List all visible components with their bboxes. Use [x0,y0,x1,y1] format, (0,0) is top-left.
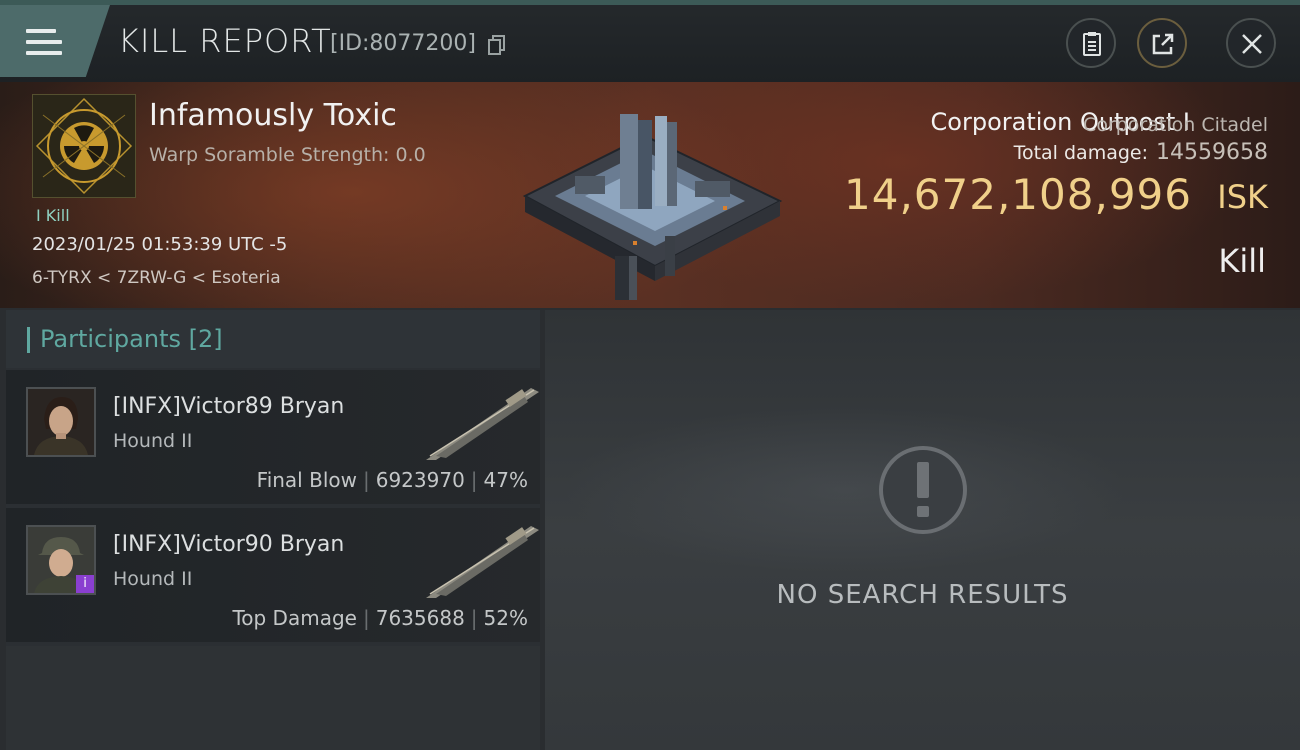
share-icon [1152,33,1174,55]
avatar[interactable]: i [26,525,96,595]
participant-role: Final Blow [256,468,357,492]
menu-icon [26,29,62,55]
section-accent-bar [27,327,30,353]
warp-scramble-strength: Warp Soramble Strength: 0.0 [149,144,426,166]
isk-unit: ISK [1217,178,1268,216]
participant-ship: Hound II [113,430,193,452]
participant-percent: 47% [483,468,528,492]
header-accent-line [0,0,1300,5]
participant-row[interactable]: [INFX]Victor89 Bryan Hound II Final Blow… [6,370,540,504]
info-badge-icon[interactable]: i [76,575,94,593]
participant-percent: 52% [483,606,528,630]
isk-value: 14,672,108,996 [844,170,1192,219]
total-damage-value: 14559658 [1156,140,1268,165]
kill-banner: Infamously Toxic Warp Soramble Strength:… [0,82,1300,308]
menu-button[interactable] [0,5,110,77]
participant-ship: Hound II [113,568,193,590]
citadel-structure-image [522,114,783,300]
participant-stats: Top Damage | 7635688 | 52% [232,606,528,630]
pilot-portrait-icon [28,389,94,455]
avatar[interactable] [26,387,96,457]
copy-icon[interactable] [488,35,506,55]
participant-stats: Final Blow | 6923970 | 47% [256,468,528,492]
participant-damage: 6923970 [375,468,465,492]
target-type: Corporation Citadel [1083,114,1268,136]
participant-name[interactable]: [INFX]Victor90 Bryan [113,532,344,557]
total-damage-label: Total damage: [1013,142,1148,164]
share-button[interactable] [1137,18,1187,68]
participants-panel: Participants [2] [INFX]Victor89 Bryan Ho… [6,310,540,750]
ship-icon [426,526,539,598]
radiation-icon [35,97,133,195]
close-button[interactable] [1226,18,1276,68]
kill-badge: I Kill [36,206,70,225]
no-search-results: NO SEARCH RESULTS [776,580,1069,610]
kill-location: 6-TYRX < 7ZRW-G < Esoteria [32,268,281,288]
kill-timestamp: 2023/01/25 01:53:39 UTC -5 [32,234,288,255]
ship-icon [426,388,539,460]
clipboard-button[interactable] [1066,18,1116,68]
page-title: KILL REPORT [118,22,332,60]
alert-icon [879,446,967,534]
results-panel: NO SEARCH RESULTS [545,310,1300,750]
kill-id: [ID:8077200] [330,31,476,56]
close-icon [1242,34,1262,54]
participant-role: Top Damage [232,606,357,630]
participants-header: Participants [2] [6,310,540,368]
victim-name[interactable]: Infamously Toxic [149,98,397,133]
participant-row[interactable]: i [INFX]Victor90 Bryan Hound II Top Dama… [6,508,540,642]
empty-list-area [6,646,540,750]
participant-damage: 7635688 [375,606,465,630]
participants-title: Participants [2] [40,325,223,353]
kill-status: Kill [1218,242,1266,280]
header-bar: KILL REPORT [ID:8077200] [0,0,1300,82]
clipboard-icon [1083,32,1101,56]
participant-name[interactable]: [INFX]Victor89 Bryan [113,394,344,419]
corporation-logo[interactable] [32,94,136,198]
